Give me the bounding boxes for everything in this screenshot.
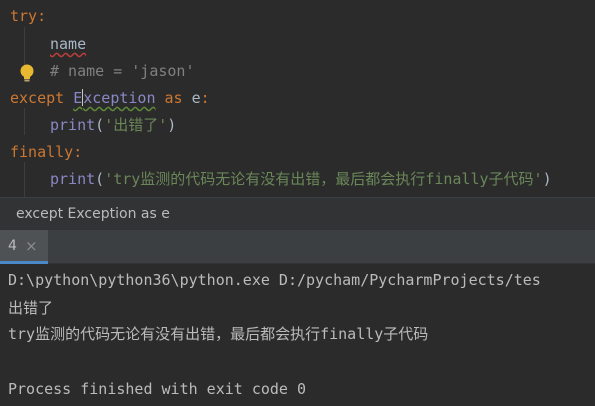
string-literal: 'try监测的代码无论有没有出错，最后都会执行finally子代码' xyxy=(104,170,543,188)
string-literal: '出错了' xyxy=(104,116,168,134)
breadcrumb-text[interactable]: except Exception as e xyxy=(16,206,170,222)
close-icon[interactable]: × xyxy=(25,237,38,255)
colon: : xyxy=(200,89,210,107)
exception-class-first: E xyxy=(73,89,83,107)
exception-class-rest: xception xyxy=(83,89,156,107)
paren-close: ) xyxy=(167,116,177,134)
console-line: Process finished with exit code 0 xyxy=(8,380,307,398)
builtin-print: print xyxy=(50,116,96,134)
keyword-try: try xyxy=(10,7,38,25)
paren-open: ( xyxy=(95,170,105,188)
lightbulb-icon[interactable] xyxy=(18,63,36,83)
code-line-1[interactable]: try: xyxy=(10,3,46,30)
colon: : xyxy=(37,7,47,25)
console-line: D:\python\python36\python.exe D:/pycham/… xyxy=(8,271,541,289)
builtin-print: print xyxy=(50,170,96,188)
run-console[interactable]: D:\python\python36\python.exe D:/pycham/… xyxy=(0,264,595,406)
code-line-5[interactable]: print('出错了') xyxy=(50,112,176,139)
breadcrumb[interactable]: except Exception as e xyxy=(0,197,595,230)
exception-var: e xyxy=(191,89,201,107)
keyword-as: as xyxy=(164,89,183,107)
indent-guide xyxy=(24,162,25,197)
code-line-6[interactable]: finally: xyxy=(10,139,82,166)
keyword-finally: finally xyxy=(10,143,74,161)
code-editor[interactable]: try: name # name = 'jason' except Except… xyxy=(0,0,595,197)
comment: # name = 'jason' xyxy=(50,62,195,80)
console-line: 出错了 xyxy=(8,299,54,317)
code-line-3[interactable]: # name = 'jason' xyxy=(50,58,195,85)
keyword-except: except xyxy=(10,89,65,107)
exception-class: Exception xyxy=(73,89,156,107)
tab-run[interactable]: 4 × xyxy=(0,230,48,264)
code-line-4[interactable]: except Exception as e: xyxy=(10,85,210,112)
paren-close: ) xyxy=(542,170,552,188)
run-tab-bar: 4 × xyxy=(0,230,595,264)
indent-guide xyxy=(24,108,25,135)
colon: : xyxy=(73,143,83,161)
paren-open: ( xyxy=(95,116,105,134)
code-line-7[interactable]: print('try监测的代码无论有没有出错，最后都会执行finally子代码'… xyxy=(50,166,552,193)
unresolved-name: name xyxy=(50,35,87,53)
tab-run-label: 4 xyxy=(8,238,17,254)
code-line-2[interactable]: name xyxy=(50,31,86,58)
console-line: try监测的代码无论有没有出错，最后都会执行finally子代码 xyxy=(8,325,429,343)
